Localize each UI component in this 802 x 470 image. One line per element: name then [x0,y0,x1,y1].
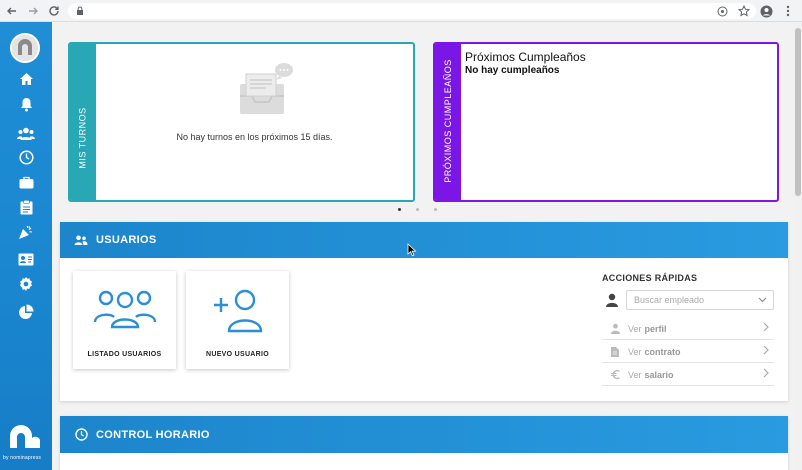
carousel-dot[interactable] [434,208,437,211]
brand-logo [8,424,42,450]
acciones-rapidas-title: ACCIONES RÁPIDAS [602,273,698,283]
sidebar-item-settings[interactable] [15,273,37,295]
sidebar-item-directory[interactable] [15,248,37,270]
ver-contrato-prefix: Ver [628,346,642,357]
nuevo-usuario-tile[interactable]: NUEVO USUARIO [186,271,289,369]
sidebar-item-jobs[interactable] [15,171,37,193]
sidebar-item-home[interactable] [15,68,37,90]
ver-salario-prefix: Ver [628,369,642,380]
ver-salario-bold: salario [644,369,674,380]
clipboard-icon [20,199,32,214]
users-icon [17,127,35,140]
party-icon [19,225,33,239]
cumpleanos-label: PRÓXIMOS CUMPLEAÑOS [443,59,453,183]
add-user-icon [186,289,289,333]
sidebar-item-notifications[interactable] [15,93,37,115]
browser-toolbar [0,0,802,22]
ver-perfil-action[interactable]: Ver perfil [602,318,774,340]
brand-by-label: by nominapress [3,455,42,461]
clock-icon [18,149,34,165]
address-bar[interactable] [68,3,756,19]
scrollbar-thumb[interactable] [795,28,801,196]
chevron-down-icon [758,295,767,306]
empty-inbox-illustration [230,62,300,122]
chevron-right-icon [762,322,770,335]
sidebar-item-time[interactable] [15,146,37,168]
gear-icon [20,277,32,291]
euro-icon [608,368,622,382]
cumpleanos-subtitle: No hay cumpleaños [465,65,560,76]
listado-usuarios-tile[interactable]: LISTADO USUARIOS [73,271,176,369]
usuarios-panel: USUARIOS LISTADO USUARIOS NUEVO USUARIO … [60,222,788,401]
mis-turnos-empty-text: No hay turnos en los próximos 15 días. [176,132,333,142]
chevron-right-icon [762,345,770,358]
usuarios-title: USUARIOS [96,234,157,246]
account-icon[interactable] [758,3,774,19]
reload-icon[interactable] [45,2,63,20]
chevron-right-icon [762,368,770,381]
ver-perfil-bold: perfil [644,323,667,334]
star-icon[interactable] [736,3,752,19]
cumpleanos-stripe: PRÓXIMOS CUMPLEAÑOS [435,44,461,200]
clock-icon [74,428,88,442]
sidebar-item-events[interactable] [15,221,37,243]
arrow-left-icon[interactable] [3,2,21,20]
control-horario-header: CONTROL HORARIO [60,416,788,453]
person-icon [608,322,622,336]
more-vert-icon[interactable] [780,3,796,19]
document-icon [608,345,622,359]
mis-turnos-stripe: MIS TURNOS [70,44,96,200]
ver-contrato-action[interactable]: Ver contrato [602,341,774,363]
cumpleanos-card[interactable]: PRÓXIMOS CUMPLEAÑOS Próximos Cumpleaños … [433,42,779,202]
cumpleanos-title: Próximos Cumpleaños [465,50,586,64]
id-card-icon [18,253,34,265]
ver-perfil-prefix: Ver [628,323,642,334]
buscar-empleado-placeholder: Buscar empleado [634,295,705,305]
ver-salario-action[interactable]: Ver salario [602,364,774,386]
carousel-dot[interactable] [398,208,401,211]
control-horario-panel: CONTROL HORARIO [60,416,788,470]
lock-icon [76,2,84,20]
buscar-empleado-select[interactable]: Buscar empleado [626,290,774,310]
users-group-icon [73,289,176,333]
home-icon [19,73,33,85]
mis-turnos-card[interactable]: MIS TURNOS No hay turnos en los próximos… [68,42,415,202]
arrow-right-icon[interactable] [24,2,42,20]
person-icon [605,293,619,307]
ver-contrato-bold: contrato [644,346,681,357]
briefcase-icon [19,176,33,188]
carousel-dots [398,208,437,211]
pie-chart-icon [19,304,34,319]
sidebar: by nominapress [0,22,52,470]
sidebar-item-users[interactable] [15,122,37,144]
mouse-cursor [407,243,417,257]
sidebar-item-tasks[interactable] [15,196,37,218]
mis-turnos-label: MIS TURNOS [78,107,88,169]
usuarios-header: USUARIOS [60,222,788,258]
circle-plus-icon[interactable] [714,3,730,19]
nuevo-usuario-label: NUEVO USUARIO [205,351,270,358]
listado-usuarios-label: LISTADO USUARIOS [87,351,162,358]
sidebar-item-reports[interactable] [15,301,37,323]
carousel-dot[interactable] [416,208,419,211]
avatar[interactable] [10,33,40,63]
users-icon [74,233,88,247]
bell-icon [20,97,32,111]
control-horario-title: CONTROL HORARIO [96,428,210,441]
page-scrollbar[interactable] [794,22,802,470]
